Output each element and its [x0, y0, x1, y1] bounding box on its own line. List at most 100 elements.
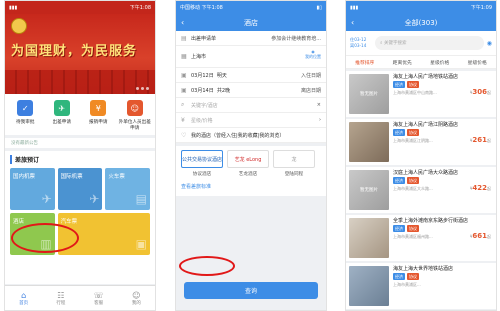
- sort-distance[interactable]: 距离优先: [384, 59, 422, 66]
- tab-itinerary[interactable]: ☷ 行程: [56, 291, 65, 306]
- page-title: 全部(303): [404, 18, 438, 27]
- calendar-icon: ▣: [181, 71, 187, 79]
- user-icon: ☺: [132, 290, 141, 300]
- status-bar: 中国移动 下午1:08 ▮▯: [176, 1, 326, 14]
- status-time: 下午1:09: [470, 5, 492, 11]
- status-bar: ▮▮▮ 下午1:09: [346, 1, 496, 14]
- hotel-name: 海友上海人民广场江阴路酒店: [393, 122, 459, 128]
- yuan-icon: ¥: [181, 116, 185, 124]
- search-bar: 住03-12 离03-14 ⌕ 关键字搜索 ◉: [346, 31, 496, 55]
- expense-icon: ¥: [90, 100, 107, 116]
- hotel-price: ¥306起: [469, 88, 491, 96]
- hotel-thumbnail: [349, 218, 389, 258]
- list-item[interactable]: 全季上海外滩南京东路步行街酒店 经济 协议 上海市黄浦区福州路... ¥661起: [346, 215, 496, 261]
- map-pin-icon[interactable]: ◉: [487, 40, 492, 47]
- hotel-price: ¥661起: [469, 232, 491, 240]
- back-icon[interactable]: ‹: [351, 18, 354, 27]
- brand-list: 公共交易协议酒店 协议酒店 艺龙 eLong 艺龙酒店 龙登陆同程: [176, 146, 326, 181]
- list-item[interactable]: 海友上海大世界地铁站酒店 经济 协议 上海市黄浦区...: [346, 263, 496, 309]
- quick-visitor-apply[interactable]: ☺ 外单位人员出差申请: [117, 100, 153, 131]
- banner-pager: [136, 87, 149, 90]
- back-icon[interactable]: ‹: [181, 18, 184, 27]
- highlight-circle: [179, 256, 235, 276]
- highlight-circle: [11, 223, 79, 253]
- tile-domestic-flight[interactable]: 国内机票 ✈: [10, 168, 55, 210]
- section-title: 差旅预订: [10, 155, 150, 164]
- hotel-price: ¥422起: [469, 184, 491, 192]
- trip-icon: ✈: [53, 100, 70, 116]
- tab-home[interactable]: ⌂ 首页: [19, 291, 28, 306]
- document-icon: ▤: [181, 34, 187, 42]
- list-item[interactable]: 暂无图片 汉庭上海人民广场大众路酒店 经济 协议 上海市黄浦区大众路... ¥422起: [346, 167, 496, 213]
- checkin-row[interactable]: ▣ 03月12日 明天 入住日期: [176, 68, 326, 83]
- nav-bar: ‹ 全部(303): [346, 14, 496, 31]
- approve-icon: ✓: [17, 100, 34, 116]
- hotel-name: 海友上海大世界地铁站酒店: [393, 266, 454, 272]
- banner-wall: [5, 70, 155, 94]
- plane-icon: ✈: [41, 192, 52, 206]
- brand-tongcheng[interactable]: 龙登陆同程: [273, 150, 315, 177]
- calendar-icon: ▣: [181, 86, 187, 94]
- bus-icon: ▣: [135, 237, 147, 251]
- city-icon: ▦: [181, 53, 187, 60]
- tab-bar: ⌂ 首页 ☷ 行程 ☏ 客服 ☺ 我的: [5, 285, 155, 310]
- star-price-row[interactable]: ¥ 星级/价格 ›: [176, 113, 326, 128]
- search-input[interactable]: ⌕ 关键字搜索: [375, 36, 484, 50]
- tab-mine[interactable]: ☺ 我的: [132, 291, 141, 306]
- tab-service[interactable]: ☏ 客服: [94, 291, 104, 306]
- my-hotels-row[interactable]: ♡ 我的酒店（曾经入住|我的收藏|我的浏览）: [176, 128, 326, 143]
- train-icon: ▤: [135, 192, 147, 206]
- hotel-search-screen: 中国移动 下午1:08 ▮▯ ‹ 酒店 ▤ 出差申请单 参加会计继续教育培... ▦…: [175, 0, 327, 311]
- search-icon: ⌕: [181, 101, 185, 108]
- hotel-thumbnail: 暂无图片: [349, 170, 389, 210]
- itinerary-icon: ☷: [57, 290, 65, 300]
- hotel-name: 汉庭上海人民广场大众路酒店: [393, 170, 459, 176]
- home-banner[interactable]: 为国理财，为民服务: [5, 14, 155, 94]
- page-title: 酒店: [244, 18, 258, 27]
- search-button[interactable]: 查询: [184, 282, 318, 299]
- brand-elong[interactable]: 艺龙 eLong 艺龙酒店: [227, 150, 269, 177]
- my-location-button[interactable]: ◉ 我的位置: [305, 49, 321, 60]
- quick-expense[interactable]: ¥ 报销申请: [80, 100, 116, 131]
- notice-bar[interactable]: 没有最新公告: [5, 138, 155, 148]
- clear-icon[interactable]: ×: [317, 102, 321, 108]
- hotel-name: 海友上海人民广场地铁站酒店: [393, 74, 459, 80]
- emblem-icon: [11, 18, 27, 34]
- status-time: 下午1:08: [129, 5, 151, 11]
- banner-slogan: 为国理财，为民服务: [11, 44, 138, 59]
- hotel-thumbnail: [349, 122, 389, 162]
- hotel-name: 全季上海外滩南京东路步行街酒店: [393, 218, 469, 224]
- quick-approve[interactable]: ✓ 待我审批: [7, 100, 43, 131]
- hotel-thumbnail: [349, 266, 389, 306]
- sort-recommended[interactable]: 推荐排序: [346, 59, 384, 66]
- plane-icon: ✈: [89, 192, 100, 206]
- notice-text: 没有最新公告: [11, 141, 38, 146]
- status-bar: ▮▮▮ 下午1:08: [5, 1, 155, 14]
- view-policy-link[interactable]: 查看差旅标准: [176, 181, 326, 196]
- tile-intl-flight[interactable]: 国际机票 ✈: [57, 168, 103, 210]
- phone-icon: ☏: [93, 290, 104, 300]
- signal-icon: ▮▮▮: [9, 4, 18, 11]
- city-row[interactable]: ▦ 上海市 ◉ 我的位置: [176, 46, 326, 68]
- home-screen: ▮▮▮ 下午1:08 为国理财，为民服务 ✓ 待我审批 ✈ 出差申请 ¥ 报销申请 ☺…: [4, 0, 156, 311]
- tile-train[interactable]: 火车票 ▤: [105, 168, 150, 210]
- travel-booking-section: 差旅预订 国内机票 ✈ 国际机票 ✈ 火车票 ▤ 酒店 ▥ 汽车票 ▣: [5, 151, 155, 284]
- sort-star-price[interactable]: 星级价格: [421, 59, 459, 66]
- list-item[interactable]: 海友上海人民广场江阴路酒店 经济 协议 上海市黄浦区江阴路... ¥261起: [346, 119, 496, 165]
- home-icon: ⌂: [21, 290, 27, 300]
- keyword-input[interactable]: ⌕ 关键字/酒店 ×: [176, 98, 326, 113]
- heart-icon: ♡: [181, 131, 187, 139]
- date-range[interactable]: 住03-12 离03-14: [350, 37, 372, 49]
- visitor-icon: ☺: [126, 100, 143, 116]
- sort-bar: 推荐排序 距离优先 星级价格 星级价格: [346, 55, 496, 69]
- checkout-row[interactable]: ▣ 03月14日 共2晚 离店日期: [176, 83, 326, 98]
- quick-trip-apply[interactable]: ✈ 出差申请: [44, 100, 80, 131]
- sort-star-price-2[interactable]: 星级价格: [459, 59, 497, 66]
- carrier-status: 中国移动 下午1:08: [180, 5, 223, 11]
- battery-icon: ▮▯: [316, 4, 322, 11]
- list-item[interactable]: 暂无图片 海友上海人民广场地铁站酒店 经济 协议 上海市黄浦区中山南路... ¥306…: [346, 71, 496, 117]
- quick-actions: ✓ 待我审批 ✈ 出差申请 ¥ 报销申请 ☺ 外单位人员出差申请: [5, 94, 155, 135]
- trip-apply-row[interactable]: ▤ 出差申请单 参加会计继续教育培...: [176, 31, 326, 46]
- search-form: ▤ 出差申请单 参加会计继续教育培... ▦ 上海市 ◉ 我的位置 ▣ 03月12日 明天入…: [176, 31, 326, 143]
- brand-agreement-hotel[interactable]: 公共交易协议酒店 协议酒店: [181, 150, 223, 177]
